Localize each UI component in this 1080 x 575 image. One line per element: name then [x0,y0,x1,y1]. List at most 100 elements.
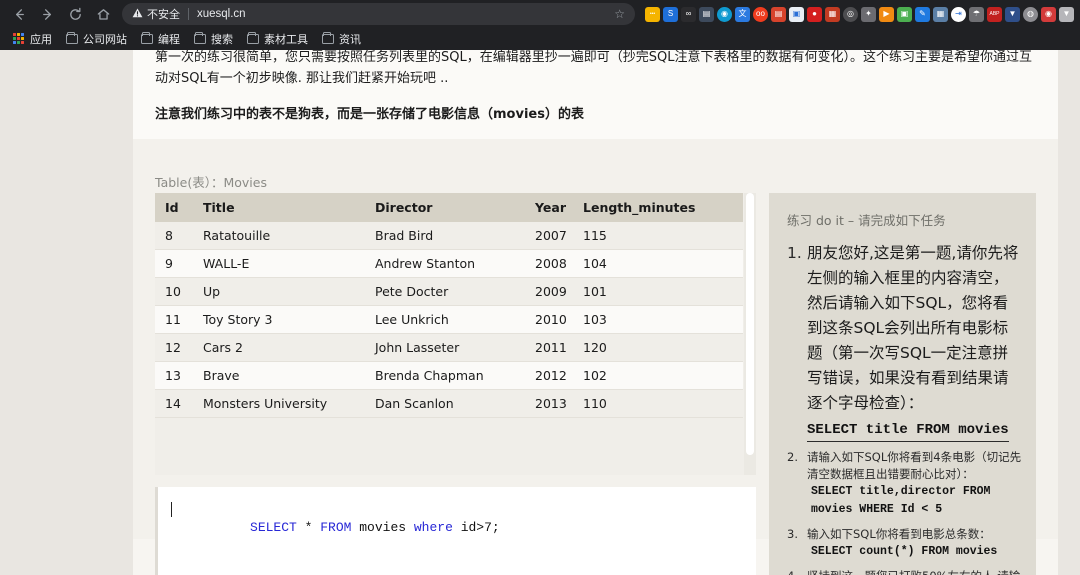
home-icon[interactable] [90,1,116,27]
extension-adblock[interactable]: ABP [987,7,1002,22]
extension-dots[interactable]: ••• [645,7,660,22]
table-cell: 12 [155,334,193,362]
table-cell: 2010 [525,306,573,334]
extension-map[interactable]: ▦ [933,7,948,22]
exercise-list: 朋友您好,这是第一题,请你先将左侧的输入框里的内容清空，然后请输入如下SQL，您… [787,241,1022,575]
movies-table-container: IdTitleDirectorYearLength_minutes 8Ratat… [155,193,756,475]
table-cell: Ratatouille [193,222,365,250]
table-cell: Pete Docter [365,278,525,306]
table-column-header: Id [155,193,193,222]
table-row: 10UpPete Docter2009101 [155,278,743,306]
exercise-item-3-text: 输入如下SQL你将看到电影总条数： [807,527,991,541]
extension-blue-pen[interactable]: ✎ [915,7,930,22]
table-row: 9WALL-EAndrew Stanton2008104 [155,250,743,278]
extension-screenshot[interactable]: ▤ [699,7,714,22]
browser-toolbar: 不安全 xuesql.cn ☆ •••S∞▤◉文oo▤▣●▦◎✦▶▣✎▦⇥☂AB… [0,0,1080,28]
exercise-item-3-code: SELECT count(*) FROM movies [807,543,1022,561]
extension-compass[interactable]: ◉ [717,7,732,22]
extension-export[interactable]: ⇥ [951,7,966,22]
extension-umbrella[interactable]: ☂ [969,7,984,22]
exercise-item-1-text: 朋友您好,这是第一题,请你先将左侧的输入框里的内容清空，然后请输入如下SQL，您… [807,244,1018,412]
not-secure-warning-icon [132,8,143,20]
extension-notes[interactable]: ▤ [771,7,786,22]
extensions-strip: •••S∞▤◉文oo▤▣●▦◎✦▶▣✎▦⇥☂ABP▼◍◉▼ [643,7,1074,22]
omnibox-divider [188,8,189,20]
forward-arrow-icon[interactable] [34,1,60,27]
extension-goggles[interactable]: ∞ [681,7,696,22]
exercise-item-2-code-line1: SELECT title,director FROM [807,483,1022,501]
apps-grid-icon [13,33,25,45]
table-cell: Toy Story 3 [193,306,365,334]
table-cell: Monsters University [193,390,365,418]
address-bar[interactable]: 不安全 xuesql.cn ☆ [122,3,635,25]
table-column-header: Year [525,193,573,222]
extension-grid-red[interactable]: ▦ [825,7,840,22]
table-cell: 2008 [525,250,573,278]
bookmark-star-icon[interactable]: ☆ [614,7,625,21]
bookmark-search[interactable]: 搜索 [187,29,240,49]
bookmark-programming[interactable]: 编程 [134,29,187,49]
table-cell: 10 [155,278,193,306]
folder-icon [322,34,334,44]
table-scrollbar-thumb[interactable] [746,193,754,455]
intro-paragraph: 第一次的练习很简单，您只需要按照任务列表里的SQL，在编辑器里抄一遍即可（抄完S… [155,50,1036,89]
extension-spiral[interactable]: ◎ [843,7,858,22]
page-scrollbar[interactable] [1071,50,1080,575]
not-secure-label: 不安全 [147,6,180,22]
table-cell: 9 [155,250,193,278]
extension-green-box[interactable]: ▣ [897,7,912,22]
table-row: 12Cars 2John Lasseter2011120 [155,334,743,362]
browser-chrome: 不安全 xuesql.cn ☆ •••S∞▤◉文oo▤▣●▦◎✦▶▣✎▦⇥☂AB… [0,0,1080,50]
extension-record[interactable]: ● [807,7,822,22]
table-cell: 2007 [525,222,573,250]
table-cell: Andrew Stanton [365,250,525,278]
extension-play[interactable]: ▶ [879,7,894,22]
extension-wheel[interactable]: ◍ [1023,7,1038,22]
sql-editor[interactable]: SELECT * FROM movies where id>7; 重置 [155,487,756,575]
bookmark-news[interactable]: 资讯 [315,29,368,49]
bookmarks-bar: 应用公司网站编程 搜索素材工具资讯 [0,28,1080,50]
extension-s-logo[interactable]: S [663,7,678,22]
sql-query-text[interactable]: SELECT * FROM movies where id>7; [158,501,756,555]
table-cell: 115 [573,222,743,250]
text-caret [171,502,172,517]
extension-moon-red[interactable]: oo [753,7,768,22]
table-cell: John Lasseter [365,334,525,362]
table-scrollbar[interactable] [744,193,756,475]
reload-icon[interactable] [62,1,88,27]
bookmark-label: 搜索 [211,31,233,47]
table-column-header: Director [365,193,525,222]
extension-globe[interactable]: ✦ [861,7,876,22]
table-cell: Up [193,278,365,306]
back-arrow-icon[interactable] [6,1,32,27]
bookmark-company-sites[interactable]: 公司网站 [59,29,134,49]
page-content-column: 第一次的练习很简单，您只需要按照任务列表里的SQL，在编辑器里抄一遍即可（抄完S… [133,50,1058,575]
intro-note: 注意我们练习中的表不是狗表，而是一张存储了电影信息（movies）的表 [155,104,1036,125]
extension-shield-blue[interactable]: ▼ [1005,7,1020,22]
sql-keyword-where: where [414,520,453,535]
url-text: xuesql.cn [197,8,246,20]
folder-icon [66,34,78,44]
table-cell: 11 [155,306,193,334]
extension-translate[interactable]: 文 [735,7,750,22]
exercise-title: 练习 do it – 请完成如下任务 [787,210,1022,229]
bookmark-apps[interactable]: 应用 [6,29,59,49]
bookmark-material-tools[interactable]: 素材工具 [240,29,315,49]
exercise-item-2-text: 请输入如下SQL你将看到4条电影（切记先清空数据框且出错要耐心比对）： [807,450,1021,481]
table-row: 11Toy Story 3Lee Unkrich2010103 [155,306,743,334]
table-column-header: Title [193,193,365,222]
folder-icon [194,34,206,44]
folder-icon [141,34,153,44]
table-cell: 2009 [525,278,573,306]
table-cell: Brad Bird [365,222,525,250]
extension-save-disk[interactable]: ▣ [789,7,804,22]
table-cell: Cars 2 [193,334,365,362]
extension-pin[interactable]: ◉ [1041,7,1056,22]
sql-text-1: * [297,520,320,535]
extension-filter[interactable]: ▼ [1059,7,1074,22]
table-row: 8RatatouilleBrad Bird2007115 [155,222,743,250]
table-cell: Lee Unkrich [365,306,525,334]
bookmark-label: 应用 [30,31,52,47]
table-cell: 101 [573,278,743,306]
table-row: 13BraveBrenda Chapman2012102 [155,362,743,390]
